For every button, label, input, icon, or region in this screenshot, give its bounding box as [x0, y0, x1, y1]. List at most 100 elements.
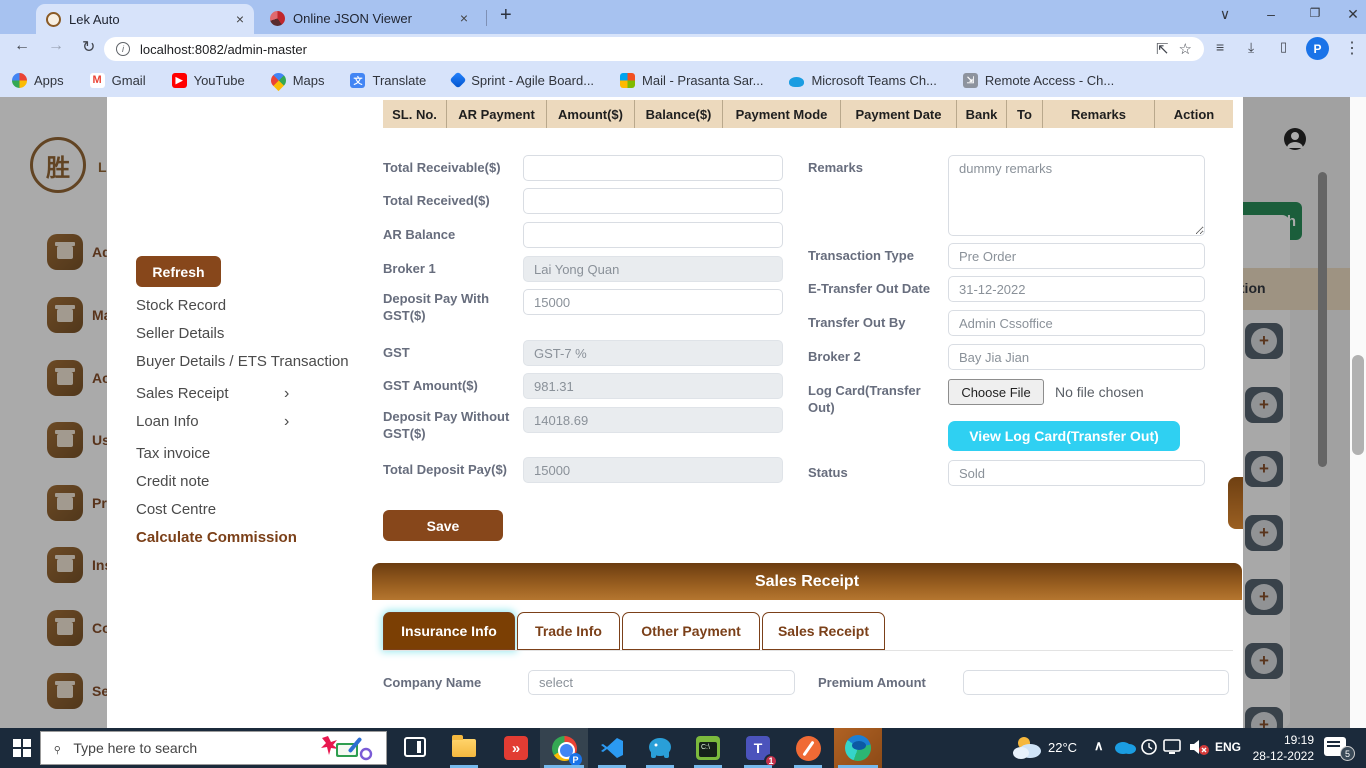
bookmark-youtube[interactable]: ▶ YouTube: [172, 73, 245, 88]
sync-clock-icon[interactable]: [1140, 738, 1158, 756]
notification-count-badge[interactable]: 5: [1340, 746, 1355, 761]
window-chevron-icon[interactable]: ∨: [1210, 6, 1240, 23]
bookmark-maps[interactable]: Maps: [271, 73, 325, 88]
tab-close-icon[interactable]: ×: [236, 11, 244, 27]
taskbar-teams[interactable]: T 1: [734, 728, 782, 768]
etransfer-out-date-input[interactable]: [948, 276, 1205, 302]
refresh-button[interactable]: Refresh: [136, 256, 221, 287]
tab-strip: Lek Auto × Online JSON Viewer × + ∨ – ❐ …: [0, 0, 1366, 34]
choose-file-button[interactable]: Choose File: [948, 379, 1044, 405]
browser-scrollbar[interactable]: [1350, 97, 1366, 728]
url-text[interactable]: localhost:8082/admin-master: [140, 42, 1146, 57]
remarks-textarea[interactable]: dummy remarks: [948, 155, 1205, 236]
company-name-select[interactable]: [528, 670, 795, 695]
bookmark-star-icon[interactable]: ☆: [1179, 40, 1192, 58]
bookmark-gmail[interactable]: M Gmail: [90, 73, 146, 88]
share-icon[interactable]: ⇱: [1156, 40, 1169, 58]
taskbar-clock[interactable]: 19:19 28-12-2022: [1252, 732, 1314, 764]
taskbar-edge[interactable]: [834, 728, 882, 768]
menu-kebab-icon[interactable]: ⋮: [1344, 38, 1360, 58]
menu-item-calculate-commission[interactable]: Calculate Commission: [136, 529, 386, 546]
temperature-text[interactable]: 22°C: [1048, 740, 1077, 755]
tab-other-payment[interactable]: Other Payment: [622, 612, 760, 650]
menu-item-sales-receipt[interactable]: Sales Receipt›: [136, 385, 386, 402]
ar-balance-input[interactable]: [523, 222, 783, 248]
menu-item-seller-details[interactable]: Seller Details: [136, 325, 386, 342]
transaction-type-input[interactable]: [948, 243, 1205, 269]
taskbar-pgadmin[interactable]: [636, 728, 684, 768]
search-highlight-graphic[interactable]: [320, 734, 374, 762]
scrollbar-thumb[interactable]: [1352, 355, 1364, 455]
pgadmin-elephant-icon: [647, 736, 673, 760]
menu-item-loan-info[interactable]: Loan Info›: [136, 413, 386, 430]
site-info-icon[interactable]: i: [116, 42, 130, 56]
view-log-card-button[interactable]: View Log Card(Transfer Out): [948, 421, 1180, 451]
tab-lek-auto[interactable]: Lek Auto ×: [36, 4, 254, 34]
field-label: Deposit Pay With GST($): [383, 290, 503, 324]
back-icon[interactable]: ←: [14, 37, 30, 55]
col-remarks: Remarks: [1043, 100, 1155, 128]
download-icon[interactable]: ⤓: [1248, 39, 1254, 56]
menu-item-tax-invoice[interactable]: Tax invoice: [136, 445, 386, 462]
taskbar-pen-app[interactable]: [784, 728, 832, 768]
bookmark-apps[interactable]: Apps: [12, 73, 64, 88]
taskbar-file-explorer[interactable]: [440, 728, 488, 768]
field-label: Premium Amount: [818, 674, 958, 691]
window-restore-button[interactable]: ❐: [1300, 6, 1330, 20]
tab-json-viewer[interactable]: Online JSON Viewer ×: [260, 4, 478, 32]
bookmark-mail[interactable]: Mail - Prasanta Sar...: [620, 73, 763, 88]
tab-insurance-info[interactable]: Insurance Info: [383, 612, 515, 650]
red-chevron-app-icon: »: [504, 736, 528, 760]
weather-icon[interactable]: [1012, 735, 1044, 761]
profile-avatar[interactable]: P: [1306, 37, 1329, 60]
bookmark-translate[interactable]: 文 Translate: [350, 73, 426, 88]
network-display-icon[interactable]: [1163, 738, 1183, 756]
field-label: Log Card(Transfer Out): [808, 382, 938, 416]
bookmark-teams[interactable]: Microsoft Teams Ch...: [789, 73, 936, 88]
field-label: Total Deposit Pay($): [383, 461, 523, 478]
tray-chevron-up-icon[interactable]: ∧: [1094, 738, 1104, 754]
start-button[interactable]: [13, 739, 31, 757]
tab-trade-info[interactable]: Trade Info: [517, 612, 620, 650]
volume-muted-icon[interactable]: [1188, 737, 1210, 757]
apps-grid-icon: [12, 73, 27, 88]
menu-item-stock-record[interactable]: Stock Record: [136, 297, 386, 314]
taskbar-red-app[interactable]: »: [492, 728, 540, 768]
bookmark-sprint[interactable]: Sprint - Agile Board...: [452, 73, 594, 88]
language-indicator[interactable]: ENG: [1215, 740, 1241, 754]
taskbar-vscode[interactable]: [588, 728, 636, 768]
field-label: Total Receivable($): [383, 159, 518, 176]
taskbar-terminal[interactable]: [684, 728, 732, 768]
file-status-text: No file chosen: [1055, 384, 1144, 400]
remote-access-icon: ⇲: [963, 73, 978, 88]
task-view-icon[interactable]: [404, 737, 426, 757]
taskbar-chrome[interactable]: P: [540, 728, 588, 768]
refresh-icon[interactable]: ↻: [82, 37, 95, 57]
deposit-with-gst-input[interactable]: [523, 289, 783, 315]
broker2-input[interactable]: [948, 344, 1205, 370]
onedrive-icon[interactable]: [1114, 739, 1136, 755]
window-close-button[interactable]: ✕: [1338, 6, 1366, 23]
tab-close-icon[interactable]: ×: [460, 10, 468, 26]
window-minimize-button[interactable]: –: [1256, 6, 1286, 22]
bookmark-remote-access[interactable]: ⇲ Remote Access - Ch...: [963, 73, 1114, 88]
menu-item-credit-note[interactable]: Credit note: [136, 473, 386, 490]
total-received-input[interactable]: [523, 188, 783, 214]
menu-item-buyer-details[interactable]: Buyer Details / ETS Transaction: [136, 353, 386, 370]
forward-icon[interactable]: →: [48, 37, 64, 55]
save-button[interactable]: Save: [383, 510, 503, 541]
sidebar-panel-icon[interactable]: ▯: [1280, 39, 1287, 55]
menu-item-cost-centre[interactable]: Cost Centre: [136, 501, 386, 518]
status-input[interactable]: [948, 460, 1205, 486]
field-label: Remarks: [808, 159, 948, 176]
premium-amount-input[interactable]: [963, 670, 1229, 695]
address-bar[interactable]: i localhost:8082/admin-master ⇱ ☆: [104, 37, 1204, 61]
transfer-out-by-input[interactable]: [948, 310, 1205, 336]
tab-sales-receipt[interactable]: Sales Receipt: [762, 612, 885, 650]
reading-list-icon[interactable]: ≡: [1216, 39, 1224, 55]
total-receivable-input[interactable]: [523, 155, 783, 181]
taskbar-search-box[interactable]: ⌕ Type here to search: [40, 731, 387, 765]
field-label: E-Transfer Out Date: [808, 280, 948, 297]
side-pull-tab[interactable]: [1228, 477, 1243, 529]
new-tab-button[interactable]: +: [500, 4, 512, 27]
